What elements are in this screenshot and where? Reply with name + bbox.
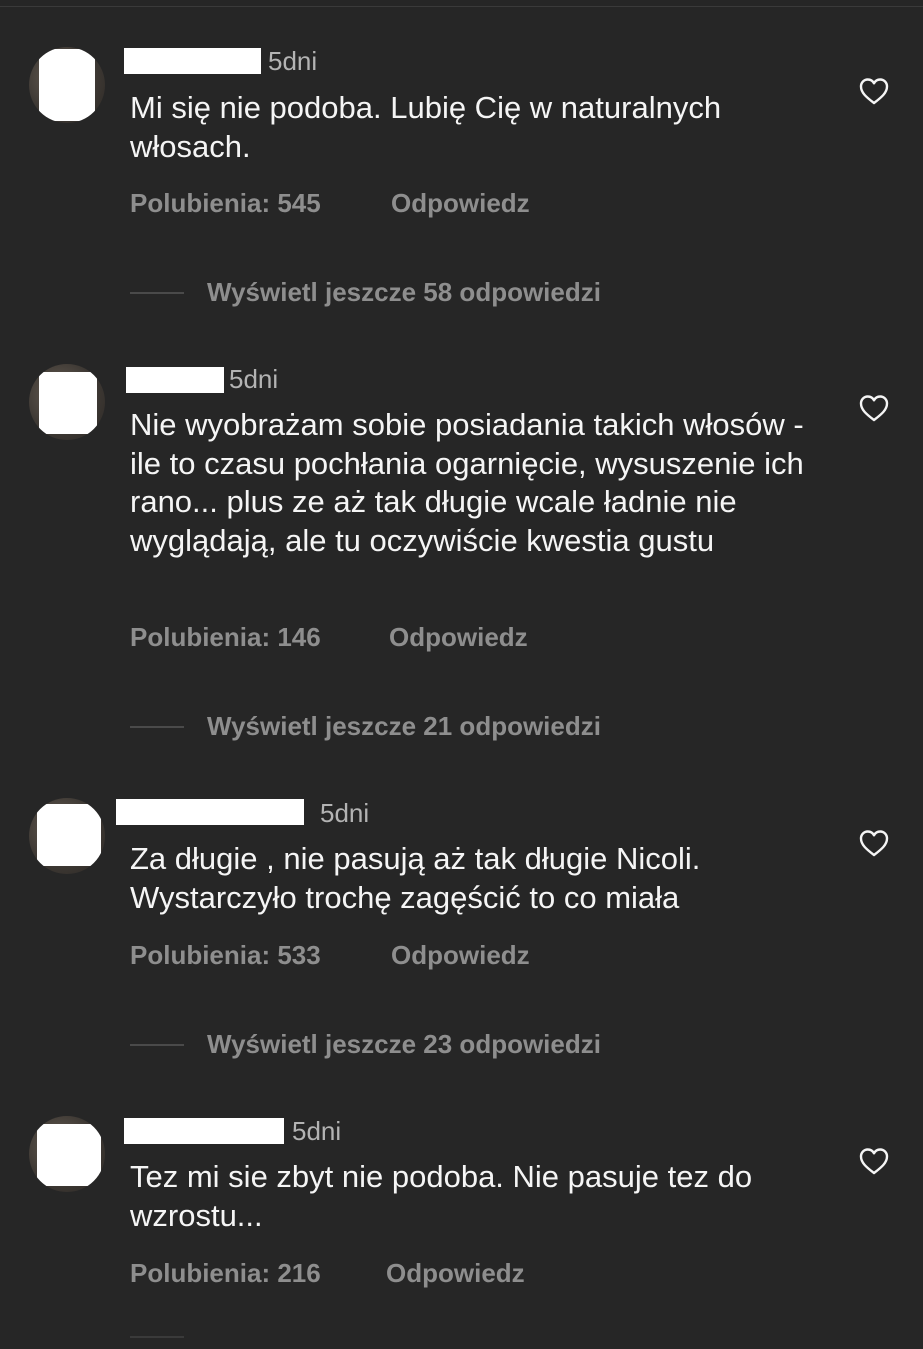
comment-timestamp: 5dni [320,798,370,828]
comment-text: Nie wyobrażam sobie posiadania takich wł… [130,407,804,558]
thread-line [130,726,184,728]
avatar[interactable] [29,1116,105,1192]
view-more-replies[interactable]: Wyświetl jeszcze 58 odpowiedzi [130,277,730,307]
username-redaction[interactable] [126,367,224,393]
heart-icon[interactable] [858,1146,890,1176]
comment-timestamp: 5dni [229,364,279,394]
avatar-redaction [37,1124,101,1186]
likes-count[interactable]: Polubienia: 545 [130,188,321,218]
reply-button[interactable]: Odpowiedz [386,1258,525,1288]
reply-button[interactable]: Odpowiedz [391,188,530,218]
thread-line [130,1044,184,1046]
view-more-replies-label[interactable]: Wyświetl jeszcze 21 odpowiedzi [207,711,601,741]
heart-icon[interactable] [858,393,890,423]
reply-button[interactable]: Odpowiedz [391,940,530,970]
avatar[interactable] [29,47,105,123]
view-more-replies-label[interactable]: Wyświetl jeszcze 23 odpowiedzi [207,1029,601,1059]
comment-text: Mi się nie podoba. Lubię Cię w naturalny… [130,90,722,164]
heart-icon[interactable] [858,76,890,106]
likes-count[interactable]: Polubienia: 533 [130,940,321,970]
avatar-redaction [39,372,97,434]
reply-button[interactable]: Odpowiedz [389,622,528,652]
thread-line [130,292,184,294]
username-redaction[interactable] [124,48,261,74]
heart-icon[interactable] [858,828,890,858]
username-redaction[interactable] [116,799,304,825]
thread-line [130,1336,184,1338]
comment-text: Za długie , nie pasują aż tak długie Nic… [130,841,701,915]
view-more-replies[interactable]: Wyświetl jeszcze 23 odpowiedzi [130,1029,730,1059]
avatar-redaction [37,804,101,866]
top-divider [0,0,923,7]
avatar[interactable] [29,798,105,874]
view-more-replies-label[interactable]: Wyświetl jeszcze 58 odpowiedzi [207,277,601,307]
comment-text: Tez mi sie zbyt nie podoba. Nie pasuje t… [130,1159,753,1233]
avatar-redaction [39,49,95,121]
avatar[interactable] [29,364,105,440]
comment-timestamp: 5dni [268,46,318,76]
comment-timestamp: 5dni [292,1116,342,1146]
username-redaction[interactable] [124,1118,284,1144]
likes-count[interactable]: Polubienia: 216 [130,1258,321,1288]
view-more-replies[interactable]: Wyświetl jeszcze 21 odpowiedzi [130,711,730,741]
likes-count[interactable]: Polubienia: 146 [130,622,321,652]
